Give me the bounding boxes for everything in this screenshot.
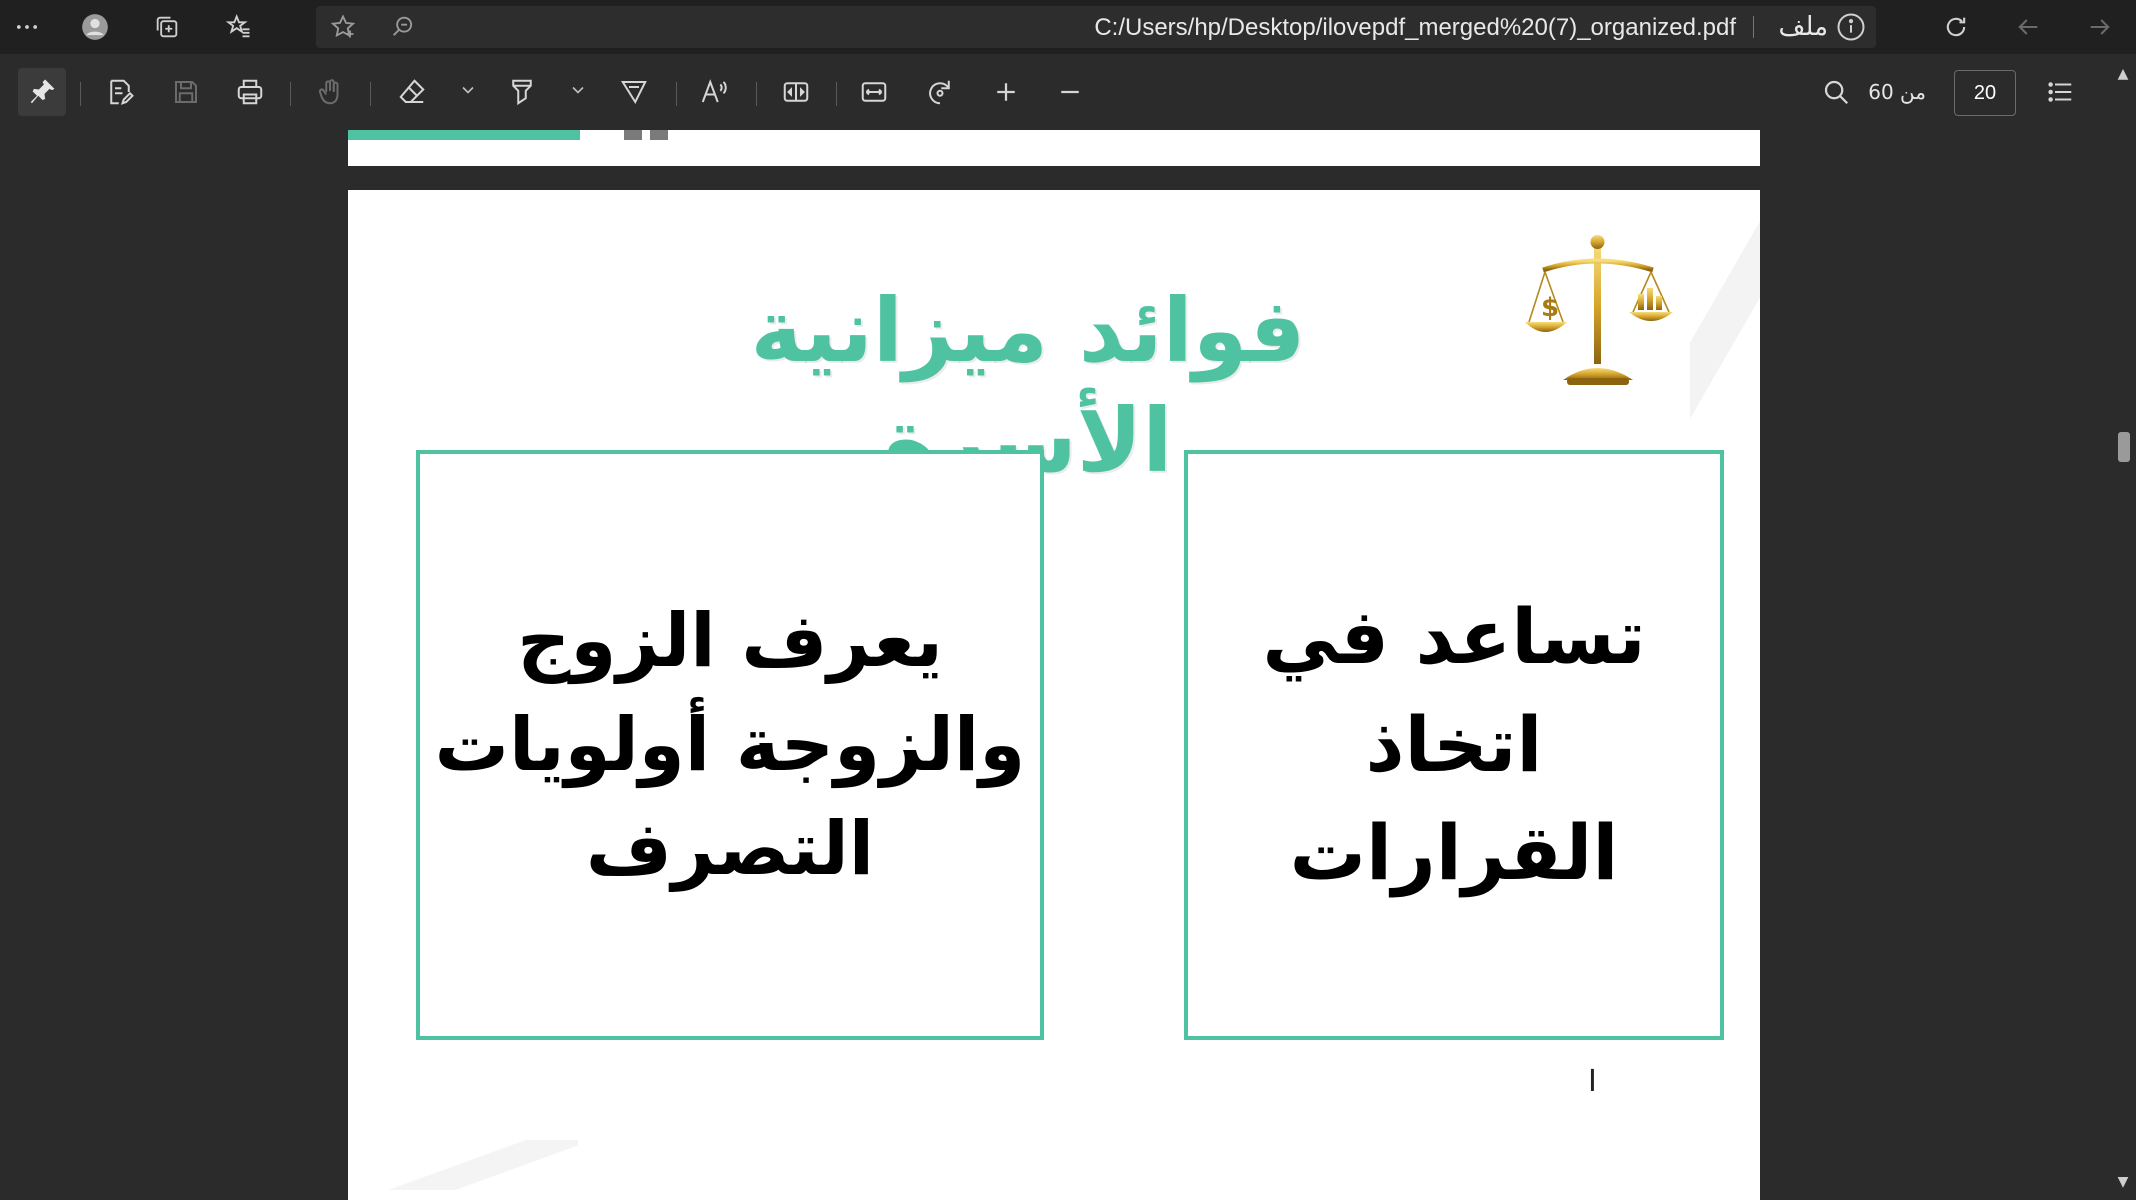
pin-icon[interactable] xyxy=(18,68,66,116)
profile-icon[interactable] xyxy=(68,0,122,54)
address-separator xyxy=(1753,16,1754,38)
scale-icon: $ xyxy=(1525,235,1673,385)
zoom-icon[interactable] xyxy=(376,0,430,54)
collections-icon[interactable] xyxy=(140,0,194,54)
forward-icon[interactable] xyxy=(2064,0,2136,54)
page-count-label: من 60 xyxy=(1868,80,1926,104)
draw-icon[interactable] xyxy=(610,68,658,116)
benefit-card-decisions: تساعد في اتخاذ القرارات xyxy=(1184,450,1724,1040)
save-icon[interactable] xyxy=(162,68,210,116)
toolbar-separator xyxy=(756,82,757,106)
toolbar-separator xyxy=(836,82,837,106)
scroll-down-icon[interactable]: ▼ xyxy=(2114,1174,2132,1192)
document-viewer[interactable]: فوائد ميزانية الأسرة $ يعرف الزوج والزوج… xyxy=(0,130,2110,1200)
highlighter-icon[interactable] xyxy=(498,68,546,116)
zoom-out-icon[interactable] xyxy=(1046,68,1094,116)
toolbar-separator xyxy=(676,82,677,106)
previous-page xyxy=(348,130,1760,166)
toolbar-separator xyxy=(370,82,371,106)
pdf-page: فوائد ميزانية الأسرة $ يعرف الزوج والزوج… xyxy=(348,190,1760,1200)
edit-icon[interactable] xyxy=(96,68,144,116)
address-url[interactable]: C:/Users/hp/Desktop/ilovepdf_merged%20(7… xyxy=(1094,14,1736,42)
add-favorite-icon[interactable] xyxy=(316,0,370,54)
back-icon[interactable] xyxy=(1992,0,2064,54)
refresh-icon[interactable] xyxy=(1920,0,1992,54)
next-page xyxy=(348,1190,1760,1200)
contents-icon[interactable] xyxy=(2036,68,2084,116)
page-dots xyxy=(624,130,668,140)
zoom-in-icon[interactable] xyxy=(982,68,1030,116)
more-icon[interactable] xyxy=(0,0,54,54)
address-bar[interactable]: C:/Users/hp/Desktop/ilovepdf_merged%20(7… xyxy=(316,6,1876,48)
chevron-down-icon[interactable] xyxy=(568,80,588,100)
benefit-card-text: تساعد في اتخاذ القرارات xyxy=(1262,592,1646,897)
chevron-down-icon[interactable] xyxy=(458,80,478,100)
svg-text:$: $ xyxy=(1541,293,1559,323)
page-number-input[interactable]: 20 xyxy=(1954,70,2016,116)
browser-titlebar: C:/Users/hp/Desktop/ilovepdf_merged%20(7… xyxy=(0,0,2136,54)
benefit-card-priorities: يعرف الزوج والزوجة أولويات التصرف xyxy=(416,450,1044,1040)
benefit-card-text: يعرف الزوج والزوجة أولويات التصرف xyxy=(434,598,1026,892)
page-view-icon[interactable] xyxy=(772,68,820,116)
text-cursor-icon: I xyxy=(1588,1064,1597,1099)
read-aloud-icon[interactable] xyxy=(690,68,738,116)
page-decoration xyxy=(1690,190,1760,450)
search-icon[interactable] xyxy=(1812,68,1860,116)
toolbar-separator xyxy=(80,82,81,106)
pdf-toolbar: من 60 20 xyxy=(0,54,2136,131)
vertical-scrollbar[interactable]: ▲ ▼ xyxy=(2110,54,2136,1200)
page-accent-line xyxy=(348,130,580,140)
toolbar-separator xyxy=(290,82,291,106)
eraser-icon[interactable] xyxy=(388,68,436,116)
touch-icon[interactable] xyxy=(306,68,354,116)
print-icon[interactable] xyxy=(226,68,274,116)
scroll-thumb[interactable] xyxy=(2118,432,2130,462)
scroll-up-icon[interactable]: ▲ xyxy=(2114,66,2132,84)
rotate-icon[interactable] xyxy=(916,68,964,116)
favorites-icon[interactable] xyxy=(212,0,266,54)
fit-icon[interactable] xyxy=(850,68,898,116)
file-label: ملف xyxy=(1778,12,1828,42)
info-icon[interactable] xyxy=(1836,12,1866,42)
